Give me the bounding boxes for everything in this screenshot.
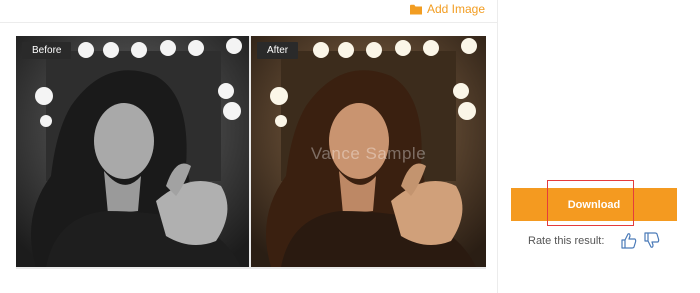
folder-icon [409, 4, 422, 14]
watermark-text: Vance Sample [310, 144, 427, 163]
before-image: Before [16, 36, 249, 267]
after-tag: After [257, 42, 299, 59]
thumbs-up-icon[interactable] [620, 232, 637, 249]
thumbs-down-icon[interactable] [643, 232, 660, 249]
main-panel: Add Image Before After Vance Sample [0, 0, 497, 293]
add-image-button[interactable]: Add Image [409, 2, 485, 16]
rate-label: Rate this result: [528, 234, 605, 247]
add-image-label: Add Image [426, 2, 485, 16]
before-tag: Before [22, 42, 72, 59]
rate-row: Rate this result: [528, 232, 660, 249]
after-image: After Vance Sample [251, 36, 486, 267]
header-divider [0, 22, 497, 23]
download-button[interactable]: Download [511, 188, 677, 221]
comparison-view: Before After Vance Sample [16, 36, 486, 269]
side-panel: Download Rate this result: [497, 0, 700, 293]
